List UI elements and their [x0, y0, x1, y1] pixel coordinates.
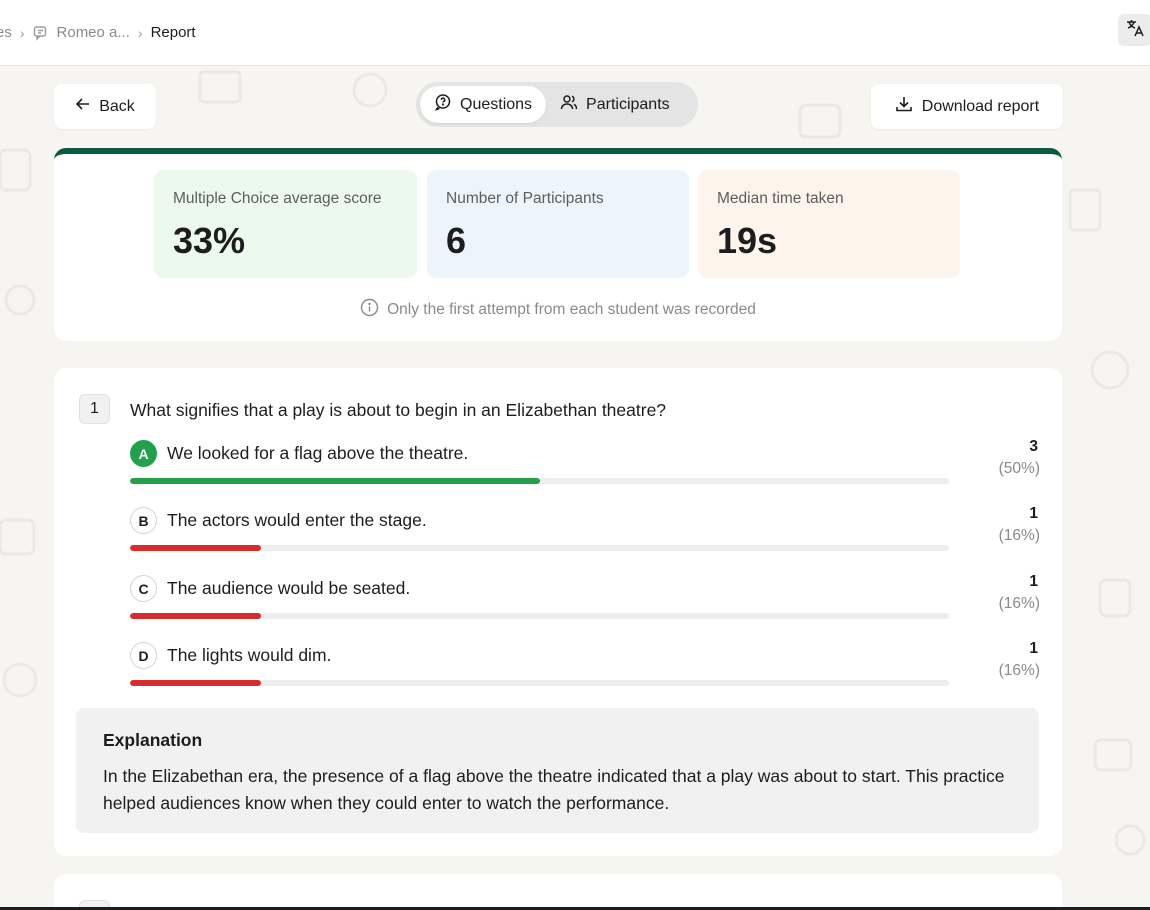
back-button[interactable]: Back: [54, 84, 156, 129]
answer-option-b: B The actors would enter the stage. 1 (1…: [130, 505, 1040, 563]
tab-questions-label: Questions: [460, 95, 533, 113]
question-number: 1: [79, 394, 110, 424]
tab-questions[interactable]: Questions: [420, 86, 547, 123]
attempt-note-text: Only the first attempt from each student…: [387, 301, 756, 318]
translate-icon: [1125, 18, 1145, 43]
option-progress-fill: [130, 478, 540, 484]
question-text: What signifies that a play is about to b…: [130, 400, 667, 420]
stat-label: Median time taken: [717, 190, 844, 207]
next-question-card: [54, 874, 1062, 910]
stat-average-score: Multiple Choice average score 33%: [154, 170, 417, 278]
option-text: The audience would be seated.: [167, 578, 411, 598]
option-progress-fill: [130, 613, 262, 619]
translate-button[interactable]: [1118, 14, 1150, 46]
option-progress-track: [130, 478, 949, 484]
info-icon: [360, 298, 379, 322]
option-count: 1: [1029, 640, 1038, 657]
tab-participants[interactable]: Participants: [546, 86, 684, 123]
option-percent: (16%): [998, 662, 1040, 679]
option-text: The lights would dim.: [167, 645, 332, 665]
option-percent: (16%): [998, 527, 1040, 544]
stat-value: 33%: [173, 220, 246, 261]
chevron-right-icon: ›: [137, 24, 143, 41]
download-label: Download report: [921, 97, 1040, 115]
option-progress-track: [130, 613, 949, 619]
chevron-right-icon: ›: [19, 24, 25, 41]
breadcrumb-item-parent[interactable]: es: [0, 24, 12, 41]
breadcrumb-item-current: Report: [150, 24, 196, 41]
option-progress-track: [130, 680, 949, 686]
chat-bubble-icon: [33, 25, 49, 41]
stat-median-time: Median time taken 19s: [698, 170, 960, 278]
explanation-box: Explanation In the Elizabethan era, the …: [76, 708, 1039, 833]
option-progress-track: [130, 545, 949, 551]
view-switcher: Questions Participants: [416, 82, 698, 127]
option-count: 3: [1029, 438, 1038, 455]
answer-option-a: A We looked for a flag above the theatre…: [130, 438, 1040, 496]
stat-value: 19s: [717, 220, 778, 261]
explanation-title: Explanation: [103, 730, 203, 750]
breadcrumb-item-quiz[interactable]: Romeo a...: [57, 24, 130, 41]
option-letter: D: [130, 642, 157, 669]
download-report-button[interactable]: Download report: [871, 84, 1063, 129]
stat-participants: Number of Participants 6: [427, 170, 689, 278]
chat-bubble-icon: [434, 93, 452, 116]
breadcrumb: es › Romeo a... › Report: [0, 24, 196, 41]
question-card: 1 What signifies that a play is about to…: [54, 368, 1062, 856]
option-letter: B: [130, 507, 157, 534]
stat-label: Multiple Choice average score: [173, 190, 382, 207]
option-percent: (16%): [998, 595, 1040, 612]
option-letter: C: [130, 575, 157, 602]
option-text: We looked for a flag above the theatre.: [167, 443, 469, 463]
tab-participants-label: Participants: [586, 95, 670, 113]
option-percent: (50%): [998, 460, 1040, 477]
attempt-note: Only the first attempt from each student…: [54, 298, 1062, 322]
option-progress-fill: [130, 545, 262, 551]
answer-option-c: C The audience would be seated. 1 (16%): [130, 573, 1040, 631]
back-label: Back: [99, 97, 135, 115]
answer-option-d: D The lights would dim. 1 (16%): [130, 640, 1040, 698]
stat-label: Number of Participants: [446, 190, 604, 207]
option-progress-fill: [130, 680, 262, 686]
option-count: 1: [1029, 573, 1038, 590]
explanation-text: In the Elizabethan era, the presence of …: [103, 766, 1005, 813]
users-icon: [560, 93, 578, 116]
download-icon: [895, 95, 913, 118]
option-text: The actors would enter the stage.: [167, 510, 427, 530]
arrow-left-icon: [75, 96, 91, 117]
option-letter: A: [130, 440, 157, 467]
summary-card: Multiple Choice average score 33% Number…: [54, 148, 1062, 341]
top-bar: es › Romeo a... › Report: [0, 0, 1150, 66]
option-count: 1: [1029, 505, 1038, 522]
stat-value: 6: [446, 220, 467, 261]
